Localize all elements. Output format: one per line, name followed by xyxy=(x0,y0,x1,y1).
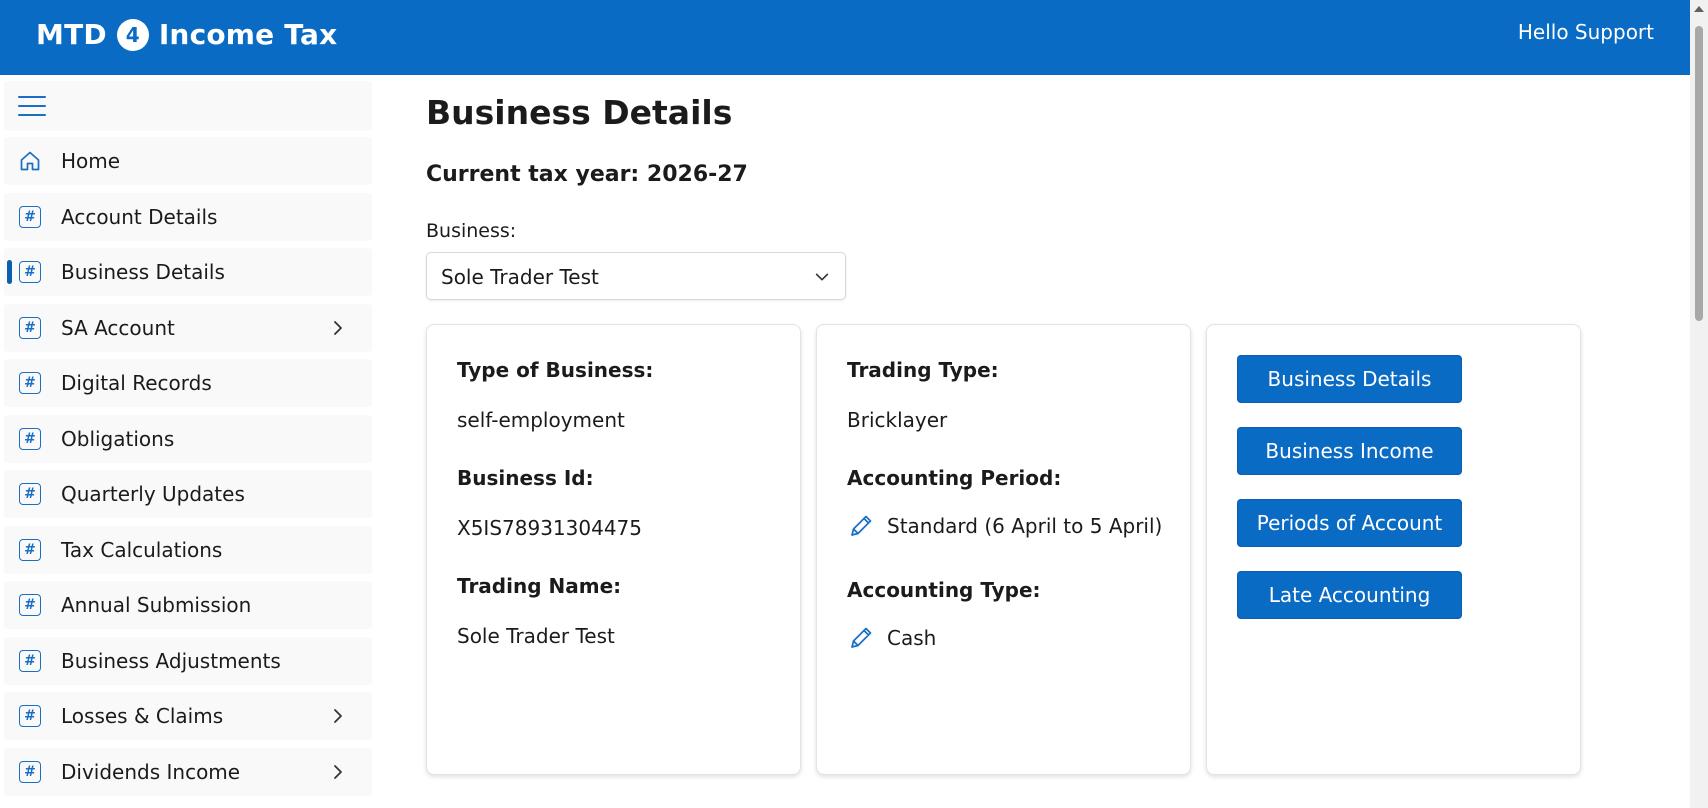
business-details-button[interactable]: Business Details xyxy=(1237,355,1462,403)
accounting-period-label: Accounting Period: xyxy=(847,466,1062,490)
business-id-label: Business Id: xyxy=(457,466,594,490)
hamburger-icon xyxy=(18,96,46,118)
hash-icon: # xyxy=(18,760,42,784)
trading-type-value: Bricklayer xyxy=(847,408,948,432)
sidebar-item-digital-records[interactable]: # Digital Records xyxy=(4,359,372,407)
hash-icon: # xyxy=(18,427,42,451)
sidebar-item-losses-and-claims[interactable]: # Losses & Claims xyxy=(4,692,372,740)
hash-icon: # xyxy=(18,205,42,229)
sidebar-item-label: Business Details xyxy=(61,260,225,284)
hash-icon: # xyxy=(18,482,42,506)
sidebar-item-home[interactable]: Home xyxy=(4,137,372,185)
sidebar-item-sa-account[interactable]: # SA Account xyxy=(4,303,372,352)
edit-pencil-icon[interactable] xyxy=(847,512,875,540)
active-indicator xyxy=(7,260,12,284)
hash-icon: # xyxy=(18,538,42,562)
scroll-up-arrow-icon[interactable] xyxy=(1694,6,1704,12)
accounting-period-value: Standard (6 April to 5 April) xyxy=(887,514,1163,538)
periods-of-account-button[interactable]: Periods of Account xyxy=(1237,499,1462,547)
sidebar-item-label: Losses & Claims xyxy=(61,704,224,728)
accounting-period-row: Standard (6 April to 5 April) xyxy=(847,512,1162,540)
business-income-button[interactable]: Business Income xyxy=(1237,427,1462,475)
sidebar-item-label: Tax Calculations xyxy=(61,537,223,562)
hash-icon: # xyxy=(18,593,42,617)
chevron-down-icon xyxy=(815,273,829,281)
scrollbar-thumb[interactable] xyxy=(1695,26,1703,321)
business-info-card: Type of Business: self-employment Busine… xyxy=(426,324,801,775)
chevron-right-icon xyxy=(334,320,342,335)
brand-suffix: Income Tax xyxy=(158,18,338,51)
business-type-label: Type of Business: xyxy=(457,358,654,382)
edit-pencil-icon[interactable] xyxy=(847,624,875,652)
accounting-type-label: Accounting Type: xyxy=(847,578,1041,602)
brand-number-badge: 4 xyxy=(116,18,149,51)
sidebar-item-label: Business Adjustments xyxy=(61,648,281,673)
sidebar-item-quarterly-updates[interactable]: # Quarterly Updates xyxy=(4,470,372,518)
sidebar-item-obligations[interactable]: # Obligations xyxy=(4,414,372,463)
sidebar-item-business-details[interactable]: # Business Details xyxy=(4,248,372,296)
sidebar-item-label: Digital Records xyxy=(61,371,212,395)
sidebar-item-account-details[interactable]: # Account Details xyxy=(4,192,372,241)
page-scrollbar[interactable] xyxy=(1690,0,1708,808)
business-select[interactable]: Sole Trader Test xyxy=(426,252,846,300)
trading-info-card: Trading Type: Bricklayer Accounting Peri… xyxy=(816,324,1191,775)
hash-icon: # xyxy=(18,704,42,728)
sidebar-item-label: Annual Submission xyxy=(61,593,252,617)
hash-icon: # xyxy=(18,316,42,340)
business-id-value: X5IS78931304475 xyxy=(457,516,642,540)
actions-card: Business Details Business Income Periods… xyxy=(1206,324,1581,775)
hash-icon: # xyxy=(18,649,42,673)
sidebar-item-annual-submission[interactable]: # Annual Submission xyxy=(4,581,372,629)
trading-name-value: Sole Trader Test xyxy=(457,624,615,648)
trading-type-label: Trading Type: xyxy=(847,358,999,382)
menu-toggle-button[interactable] xyxy=(4,81,372,131)
business-select-label: Business: xyxy=(426,220,517,242)
hash-icon: # xyxy=(18,371,42,395)
sidebar-item-label: Dividends Income xyxy=(61,759,241,784)
sidebar-nav: Home # Account Details # Business Details # SA… xyxy=(0,75,380,808)
hash-icon: # xyxy=(18,260,42,284)
sidebar-item-label: Account Details xyxy=(61,204,218,229)
sidebar-item-business-adjustments[interactable]: # Business Adjustments xyxy=(4,636,372,685)
chevron-right-icon xyxy=(334,709,342,723)
accounting-type-row: Cash xyxy=(847,624,936,652)
sidebar-item-label: Quarterly Updates xyxy=(61,482,245,506)
business-select-value: Sole Trader Test xyxy=(441,265,599,289)
trading-name-label: Trading Name: xyxy=(457,574,622,598)
page-title: Business Details xyxy=(426,93,733,132)
sidebar-item-dividends-income[interactable]: # Dividends Income xyxy=(4,747,372,796)
app-logo[interactable]: MTD 4 Income Tax xyxy=(36,18,337,51)
current-tax-year: Current tax year: 2026-27 xyxy=(426,162,748,187)
home-icon xyxy=(18,149,42,173)
chevron-right-icon xyxy=(334,764,342,779)
sidebar-item-label: Obligations xyxy=(61,426,175,451)
business-type-value: self-employment xyxy=(457,408,625,432)
user-greeting[interactable]: Hello Support xyxy=(1518,20,1654,44)
sidebar-item-tax-calculations[interactable]: # Tax Calculations xyxy=(4,525,372,574)
accounting-type-value: Cash xyxy=(887,626,937,650)
app-header: MTD 4 Income Tax Hello Support xyxy=(0,0,1690,75)
sidebar-item-label: Home xyxy=(61,149,121,173)
late-accounting-button[interactable]: Late Accounting xyxy=(1237,571,1462,619)
brand-prefix: MTD xyxy=(36,18,107,51)
sidebar-item-label: SA Account xyxy=(61,315,175,340)
